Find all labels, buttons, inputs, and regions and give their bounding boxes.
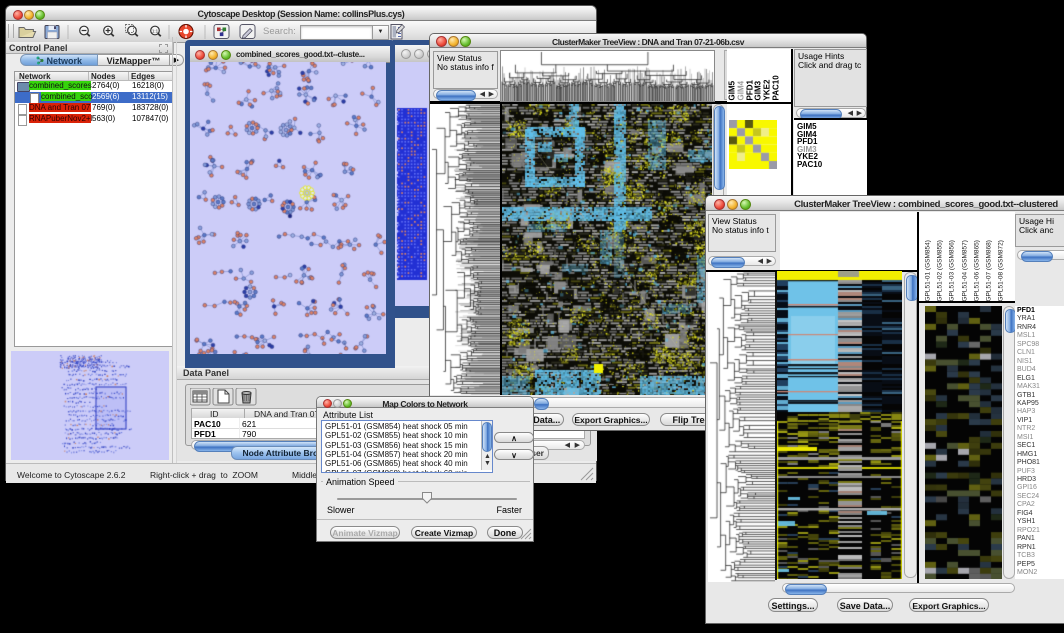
svg-text:1:1: 1:1 <box>152 29 159 34</box>
